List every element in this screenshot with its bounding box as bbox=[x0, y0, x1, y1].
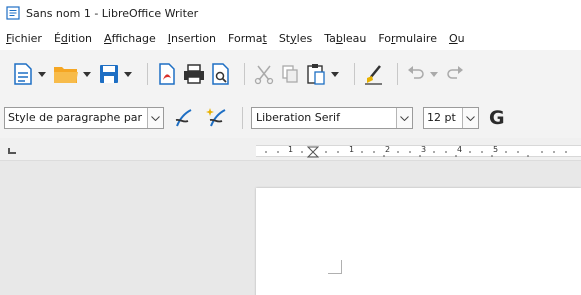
ruler-mark: 4 bbox=[457, 145, 463, 154]
bold-button[interactable]: G bbox=[489, 107, 505, 129]
horizontal-ruler[interactable]: 1 1 2 3 4 5 bbox=[256, 145, 581, 158]
pdf-icon bbox=[159, 63, 175, 85]
paragraph-style-combobox[interactable]: Style de paragraphe par bbox=[4, 107, 164, 129]
undo-icon bbox=[408, 66, 424, 79]
menu-edition[interactable]: Édition bbox=[54, 32, 92, 45]
toolbar-separator bbox=[354, 63, 355, 85]
menu-format[interactable]: Format bbox=[228, 32, 267, 45]
chevron-down-icon bbox=[466, 115, 475, 121]
toolbar-separator bbox=[397, 63, 398, 85]
cut-button[interactable] bbox=[253, 60, 275, 88]
ruler-mark: 2 bbox=[385, 145, 391, 154]
window-title: Sans nom 1 - LibreOffice Writer bbox=[26, 6, 199, 20]
save-icon bbox=[100, 65, 118, 83]
update-style-icon bbox=[175, 109, 192, 127]
ruler-mark: 1 bbox=[349, 145, 355, 154]
new-style-button[interactable] bbox=[206, 104, 230, 132]
update-style-button[interactable] bbox=[172, 104, 196, 132]
font-name-value: Liberation Serif bbox=[256, 111, 340, 124]
text-boundary-corner bbox=[328, 260, 342, 274]
chevron-down-icon bbox=[83, 71, 91, 77]
paragraph-style-value: Style de paragraphe par bbox=[8, 111, 143, 124]
new-document-icon bbox=[14, 63, 32, 85]
toolbar-separator bbox=[242, 107, 243, 129]
font-size-combobox[interactable]: 12 pt bbox=[423, 107, 479, 129]
save-dropdown-arrow[interactable] bbox=[121, 60, 135, 88]
paste-button[interactable] bbox=[305, 60, 342, 88]
scissors-icon bbox=[254, 65, 274, 85]
chevron-down-icon bbox=[38, 71, 46, 77]
chevron-down-icon bbox=[430, 71, 438, 77]
font-name-combobox[interactable]: Liberation Serif bbox=[251, 107, 413, 129]
paste-dropdown-arrow[interactable] bbox=[328, 60, 342, 88]
clipboard-icon bbox=[307, 64, 325, 85]
ruler-mark: 1 bbox=[288, 145, 294, 154]
menu-tableau[interactable]: Tableau bbox=[324, 32, 366, 45]
folder-icon bbox=[54, 67, 78, 83]
redo-icon bbox=[447, 66, 463, 79]
undo-button[interactable] bbox=[406, 60, 441, 88]
ruler-ticks bbox=[265, 146, 567, 158]
standard-toolbar bbox=[0, 50, 581, 98]
print-preview-button[interactable] bbox=[210, 60, 232, 88]
new-document-button[interactable] bbox=[12, 60, 49, 88]
open-dropdown-arrow[interactable] bbox=[80, 60, 94, 88]
indent-marker-icon[interactable] bbox=[306, 146, 320, 158]
paragraph-style-dropdown[interactable] bbox=[147, 108, 163, 128]
tab-stop-selector[interactable] bbox=[8, 148, 16, 154]
chevron-down-icon bbox=[151, 115, 160, 121]
copy-button[interactable] bbox=[279, 60, 301, 88]
save-button[interactable] bbox=[98, 60, 135, 88]
copy-icon bbox=[282, 65, 298, 83]
document-workspace bbox=[0, 160, 581, 295]
toolbar-separator bbox=[244, 63, 245, 85]
writer-app-icon bbox=[6, 6, 20, 20]
print-preview-icon bbox=[212, 63, 229, 85]
menu-formulaire[interactable]: Formulaire bbox=[378, 32, 437, 45]
chevron-down-icon bbox=[400, 115, 409, 121]
menu-affichage[interactable]: Affichage bbox=[104, 32, 156, 45]
menu-bar: Fichier Édition Affichage Insertion Form… bbox=[0, 26, 581, 50]
printer-icon bbox=[184, 64, 204, 84]
ruler-mark: 3 bbox=[421, 145, 427, 154]
undo-dropdown-arrow[interactable] bbox=[427, 60, 441, 88]
document-page[interactable] bbox=[256, 188, 581, 295]
print-button[interactable] bbox=[182, 60, 206, 88]
menu-insertion[interactable]: Insertion bbox=[168, 32, 216, 45]
redo-button[interactable] bbox=[445, 60, 465, 88]
formatting-toolbar: Style de paragraphe par Liberation Serif… bbox=[0, 98, 581, 138]
menu-outils[interactable]: Ou bbox=[449, 32, 465, 45]
ruler-area: 1 1 2 3 4 5 bbox=[0, 138, 581, 160]
font-size-value: 12 pt bbox=[427, 111, 456, 124]
menu-fichier[interactable]: Fichier bbox=[6, 32, 42, 45]
paintbrush-icon bbox=[365, 65, 382, 85]
export-pdf-button[interactable] bbox=[156, 60, 178, 88]
new-dropdown-arrow[interactable] bbox=[35, 60, 49, 88]
menu-styles[interactable]: Styles bbox=[279, 32, 312, 45]
clone-formatting-button[interactable] bbox=[363, 60, 385, 88]
ruler-mark: 5 bbox=[493, 145, 499, 154]
font-size-dropdown[interactable] bbox=[462, 108, 478, 128]
toolbar-separator bbox=[147, 63, 148, 85]
open-button[interactable] bbox=[53, 60, 94, 88]
font-name-dropdown[interactable] bbox=[396, 108, 412, 128]
new-style-icon bbox=[206, 108, 226, 127]
chevron-down-icon bbox=[331, 71, 339, 77]
title-bar: Sans nom 1 - LibreOffice Writer bbox=[0, 0, 581, 26]
chevron-down-icon bbox=[124, 71, 132, 77]
